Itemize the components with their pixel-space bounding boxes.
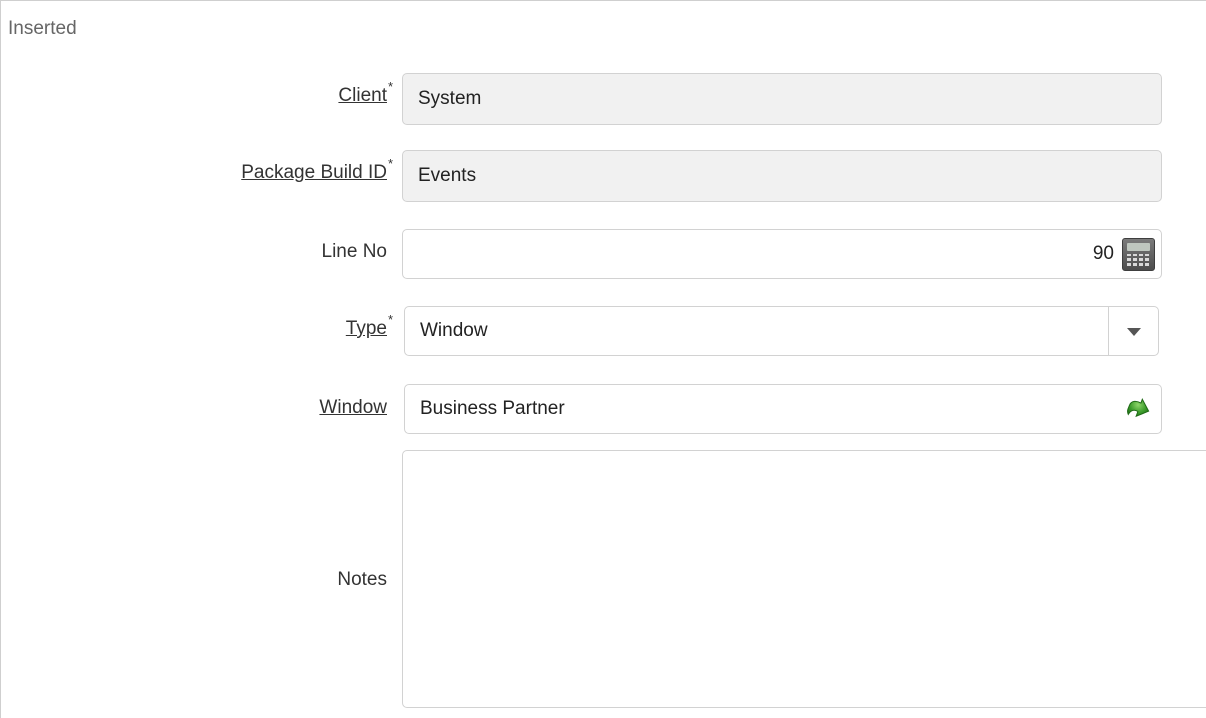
client-field[interactable]: System — [402, 73, 1162, 125]
calculator-screen — [1127, 243, 1150, 251]
type-label[interactable]: Type * — [345, 312, 393, 340]
type-value: Window — [420, 320, 488, 341]
window-value: Business Partner — [420, 398, 565, 419]
client-value: System — [418, 88, 482, 109]
line-no-label: Line No — [321, 241, 388, 262]
line-no-input[interactable]: 90 — [402, 229, 1162, 279]
zoom-arrow-icon[interactable] — [1123, 394, 1151, 422]
notes-label: Notes — [337, 569, 387, 590]
record-status: Inserted — [8, 18, 77, 39]
type-dropdown-button[interactable] — [1108, 307, 1158, 355]
notes-textarea[interactable] — [402, 450, 1206, 708]
calculator-icon[interactable] — [1122, 238, 1155, 271]
window-search-field[interactable]: Business Partner — [404, 384, 1162, 434]
package-build-id-label-text: Package Build ID — [241, 162, 387, 183]
calculator-keys — [1127, 254, 1150, 266]
required-marker: * — [387, 312, 393, 327]
required-marker: * — [387, 156, 393, 171]
package-build-id-label[interactable]: Package Build ID * — [241, 156, 393, 184]
package-build-id-value: Events — [418, 165, 477, 186]
client-label-text: Client — [338, 85, 387, 106]
type-select[interactable]: Window — [404, 306, 1159, 356]
client-label[interactable]: Client * — [338, 79, 393, 107]
window-label[interactable]: Window — [319, 397, 387, 419]
package-build-id-field[interactable]: Events — [402, 150, 1162, 202]
type-label-text: Type — [345, 318, 387, 339]
required-marker: * — [387, 79, 393, 94]
record-panel: Inserted Client * System Package Build I… — [0, 0, 1206, 718]
line-no-value: 90 — [1092, 243, 1114, 264]
chevron-down-icon — [1126, 328, 1141, 336]
